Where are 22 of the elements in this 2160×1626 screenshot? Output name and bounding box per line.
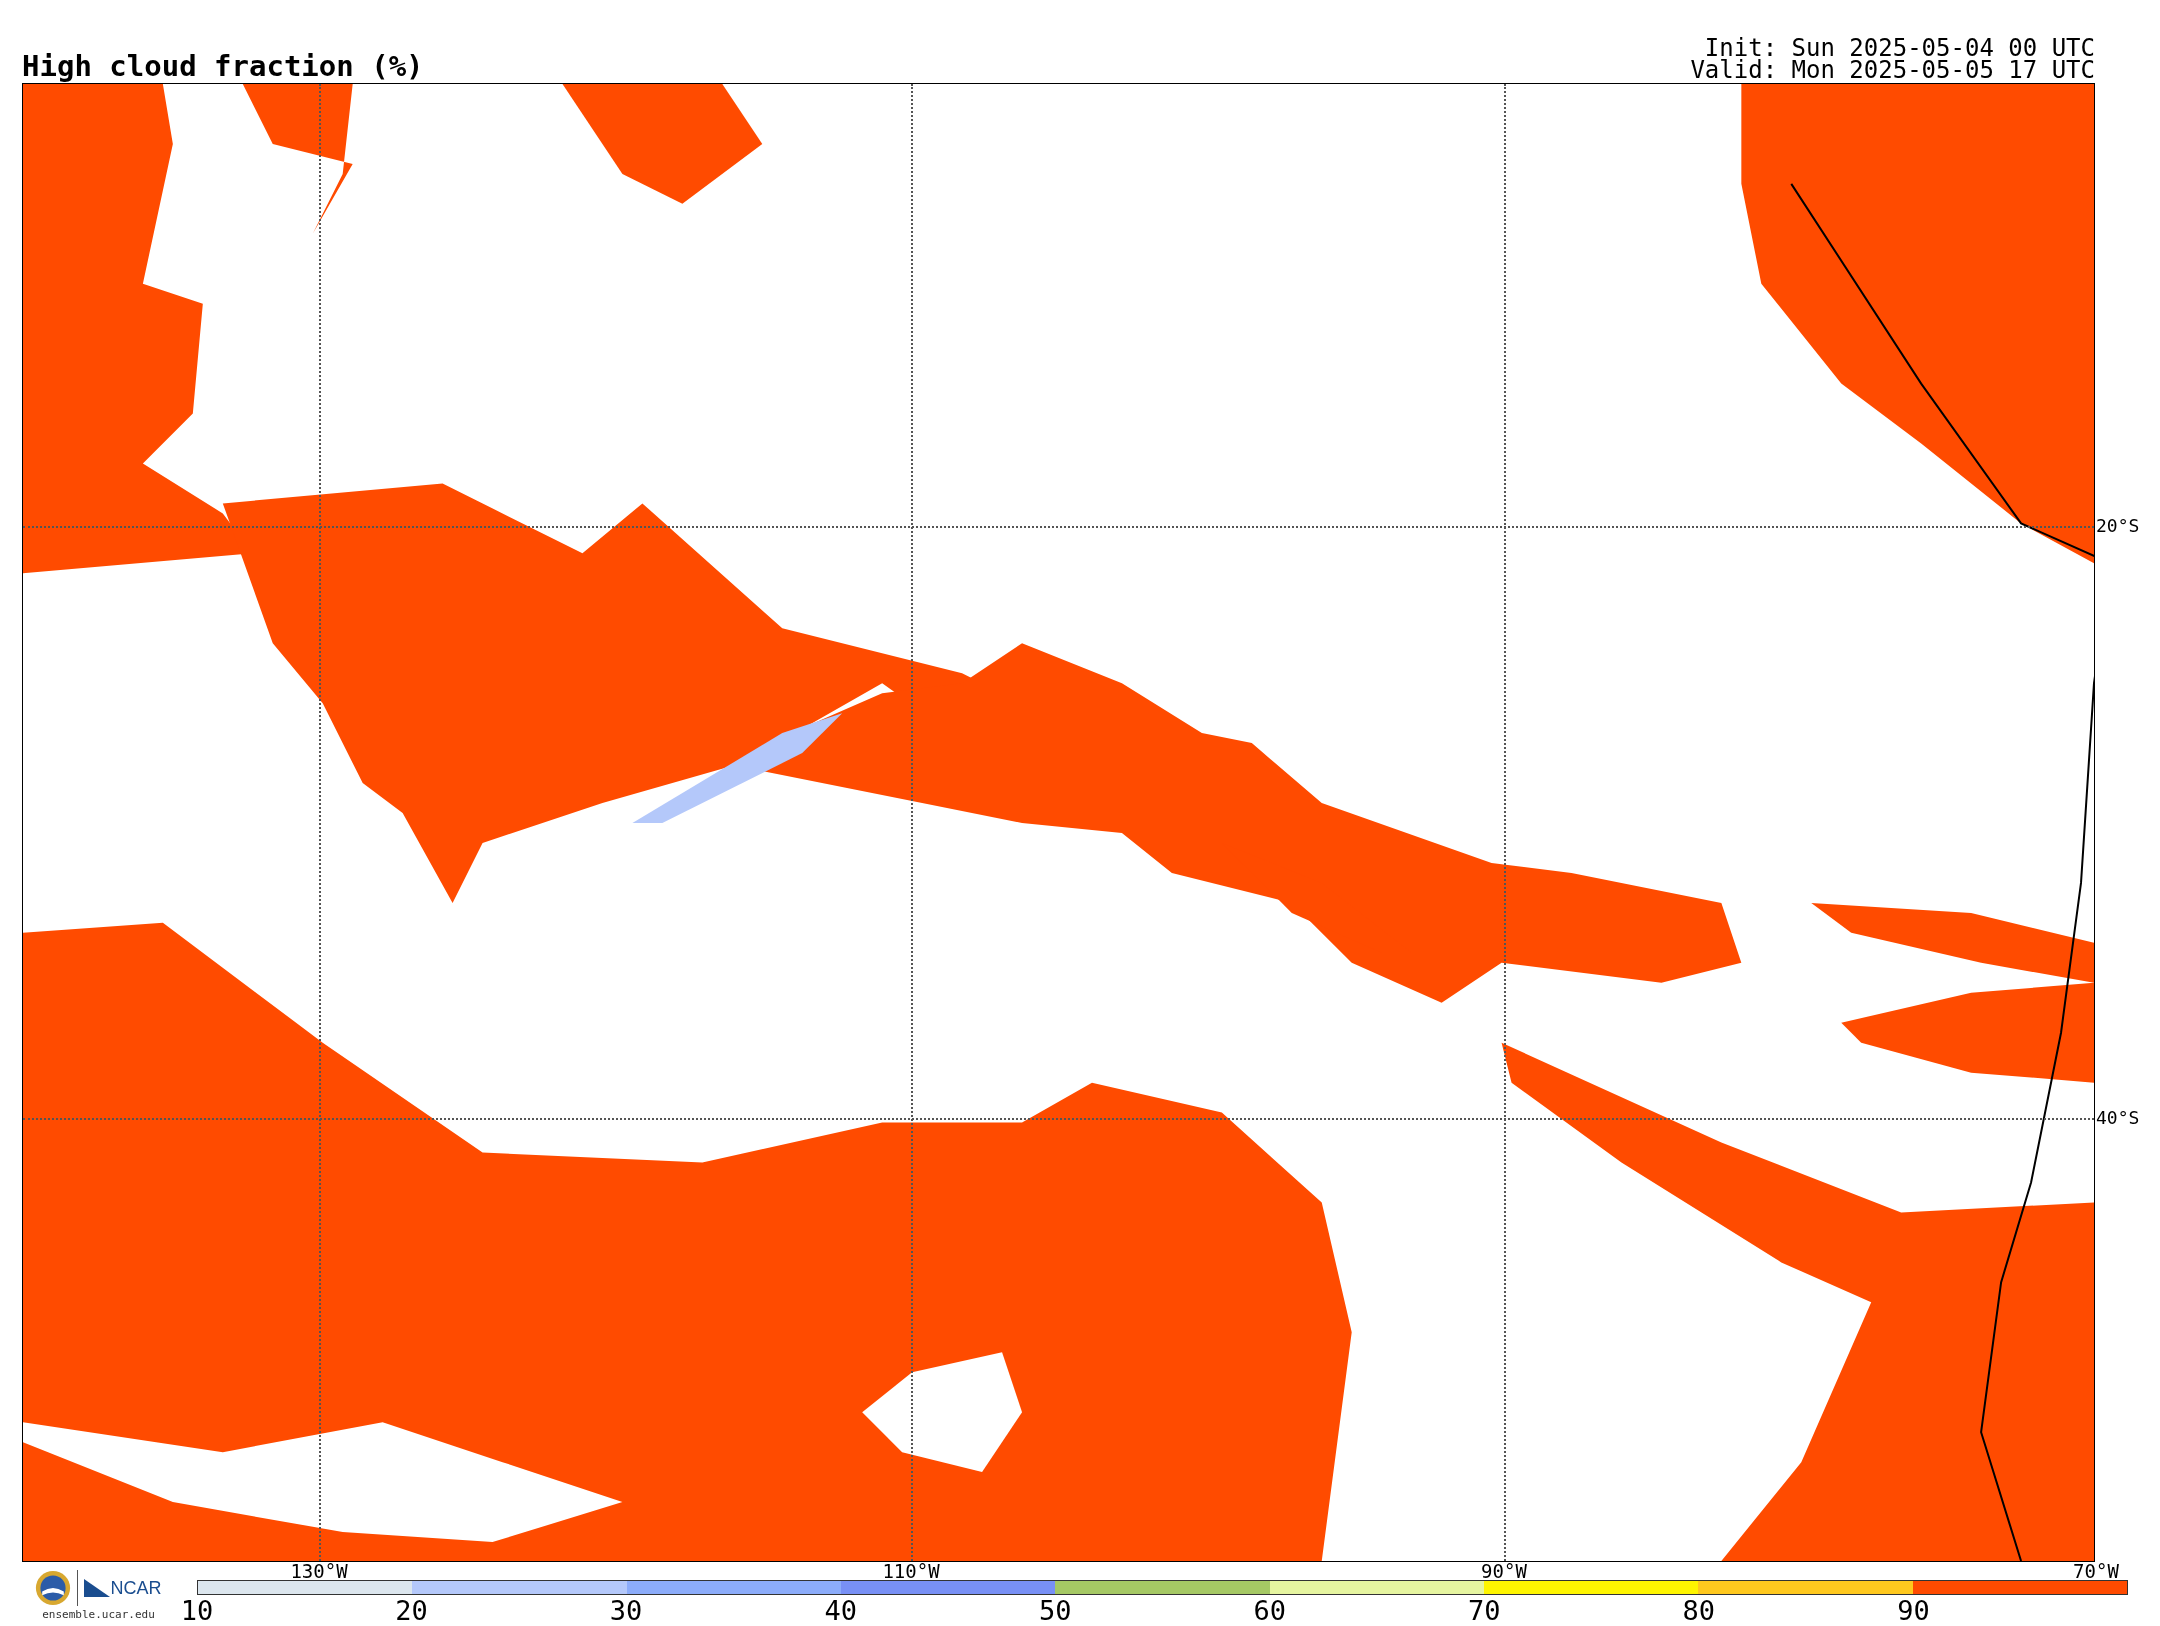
scale-tick-label: 90 <box>1897 1597 1930 1624</box>
map-title: High cloud fraction (%) <box>22 52 424 81</box>
triangle-logo-icon <box>84 1579 111 1597</box>
scale-tick-label: 40 <box>824 1597 857 1624</box>
logo-text: NCAR <box>110 1577 162 1599</box>
longitude-label: 70°W <box>2073 1562 2119 1581</box>
website-label: ensemble.ucar.edu <box>42 1608 155 1621</box>
scale-tick-label: 20 <box>395 1597 428 1624</box>
seal-icon <box>35 1570 72 1606</box>
scale-tick-label: 30 <box>609 1597 643 1624</box>
longitude-label: 90°W <box>1481 1562 1527 1581</box>
scale-tick-label: 80 <box>1682 1597 1716 1624</box>
longitude-label: 130°W <box>290 1562 348 1581</box>
scale-tick-label: 70 <box>1468 1597 1501 1624</box>
longitude-label: 110°W <box>882 1562 940 1581</box>
latitude-label: 40°S <box>2096 1109 2140 1127</box>
run-time-label: Valid: Mon 2025-05-05 17 UTC <box>1690 60 2095 81</box>
scale-tick-label: 60 <box>1253 1597 1286 1624</box>
scale-tick-label: 50 <box>1038 1597 1072 1624</box>
latitude-label: 20°S <box>2096 517 2140 535</box>
scale-tick-label: 10 <box>180 1597 214 1624</box>
run-time-label: Init: Sun 2025-05-04 00 UTC <box>1704 38 2095 59</box>
